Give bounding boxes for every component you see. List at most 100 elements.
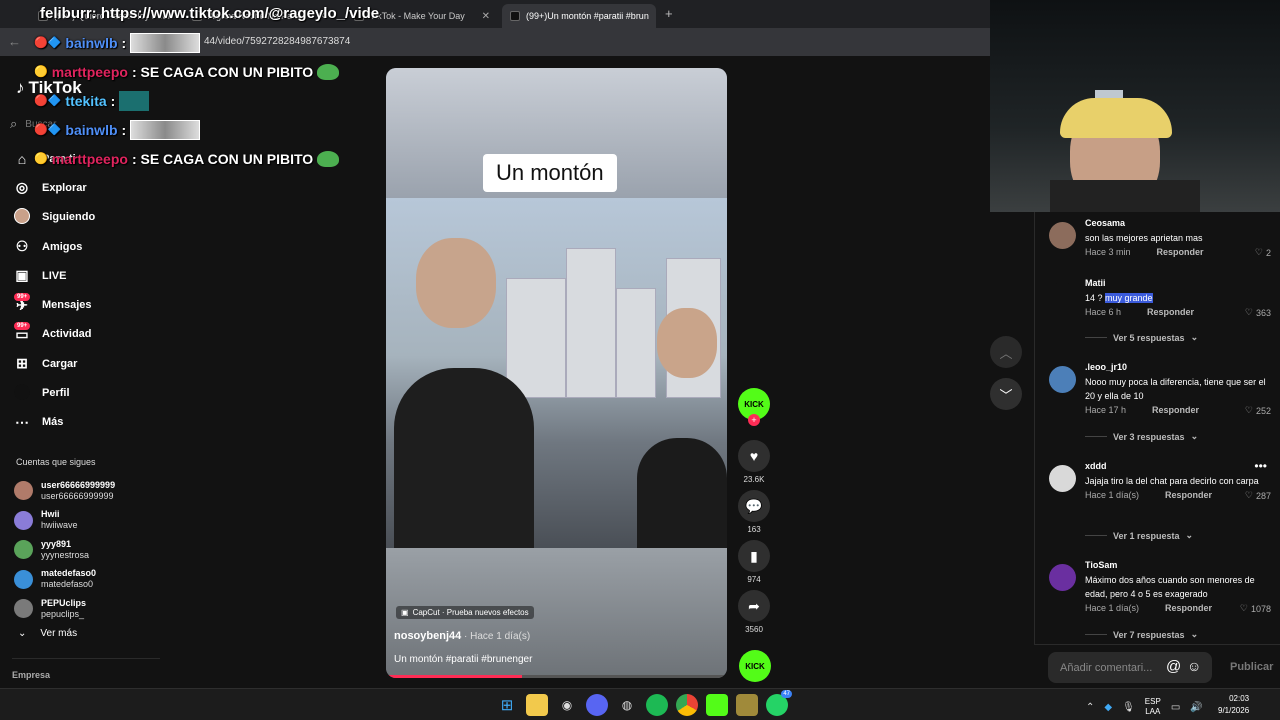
tray-app-icon[interactable]: ◆: [1104, 702, 1112, 713]
sidebar-nav: ⌂ Para ti ◎ Explorar Siguiendo ⚇ Amigos …: [12, 144, 162, 437]
sidebar-item-mensajes[interactable]: ✈ 99+ Mensajes: [12, 290, 162, 319]
whatsapp-icon[interactable]: 47: [766, 690, 792, 716]
comments-panel: Ceosama son las mejores aprietan mas Hac…: [1034, 212, 1280, 688]
comment-like-button[interactable]: ♡ 252: [1245, 405, 1271, 416]
heart-icon: ♥: [738, 440, 770, 472]
messages-icon: ✈ 99+: [12, 292, 32, 314]
sidebar-item-explorar[interactable]: ◎ Explorar: [12, 173, 162, 202]
compass-icon: ◎: [15, 179, 29, 196]
following-account[interactable]: Hwii hwiiwave: [14, 506, 164, 536]
reply-button[interactable]: Responder: [1165, 603, 1212, 613]
reply-button[interactable]: Responder: [1147, 307, 1194, 317]
share-button[interactable]: ➦ 3560: [737, 590, 771, 634]
discord-icon[interactable]: [586, 694, 608, 716]
comment-button[interactable]: 💬 163: [737, 490, 771, 534]
video-building: [616, 288, 656, 398]
chat-message: 🔴🔷 ttekita :: [34, 86, 354, 115]
emoji-icon[interactable]: ☺: [1187, 658, 1201, 674]
next-video-button[interactable]: ﹀: [990, 378, 1022, 410]
comment-like-button[interactable]: ♡ 363: [1245, 307, 1271, 318]
avatar[interactable]: [1049, 465, 1076, 492]
close-icon[interactable]: ✕: [482, 11, 490, 22]
kick-icon[interactable]: [706, 694, 728, 716]
back-arrow-icon[interactable]: ←: [8, 34, 21, 49]
search-icon: ⌕: [10, 116, 18, 131]
chrome-icon[interactable]: [676, 694, 698, 716]
see-more-button[interactable]: ⌄ Ver más: [18, 628, 77, 639]
following-account[interactable]: user66666999999 user66666999999: [14, 476, 164, 506]
taskbar-clock[interactable]: 02:03 9/1/2026: [1218, 693, 1249, 717]
creator-avatar-button[interactable]: KICK +: [737, 388, 771, 426]
chevron-up-icon[interactable]: ⌃: [1086, 702, 1094, 713]
video-caption: Un montón #paratii #brunenger: [394, 654, 533, 665]
new-tab-icon[interactable]: +: [665, 6, 673, 21]
reply-button[interactable]: Responder: [1152, 405, 1199, 415]
view-replies-button[interactable]: Ver 3 respuestas ⌄: [1085, 431, 1198, 442]
video-player[interactable]: Un montón ▣ CapCut · Prueba nuevos efect…: [386, 68, 727, 678]
chevron-up-icon: ︿: [999, 345, 1013, 361]
chat-badges-icon: 🟡: [34, 66, 48, 78]
avatar: [14, 599, 33, 619]
footer-empresa-link[interactable]: Empresa: [12, 670, 50, 680]
view-replies-button[interactable]: Ver 1 respuesta ⌄: [1085, 530, 1193, 541]
avatar[interactable]: [1049, 222, 1076, 249]
kick-logo-icon: KICK: [739, 650, 771, 682]
sidebar-item-mas[interactable]: ⋯ Más: [12, 408, 162, 437]
save-button[interactable]: ▮ 974: [737, 540, 771, 584]
sidebar-item-live[interactable]: ▣ LIVE: [12, 261, 162, 290]
view-replies-button[interactable]: Ver 7 respuestas ⌄: [1085, 629, 1198, 640]
video-person-head: [416, 238, 496, 328]
avatar[interactable]: [1049, 366, 1076, 393]
app-icon[interactable]: [736, 694, 758, 716]
upload-icon: ⊞: [16, 355, 28, 372]
music-disc-button[interactable]: KICK: [739, 650, 771, 682]
video-frame: [386, 198, 727, 548]
friends-icon: ⚇: [15, 238, 29, 255]
file-explorer-icon[interactable]: [526, 694, 548, 716]
video-author[interactable]: nosoybenj44 · Hace 1 día(s): [394, 630, 530, 642]
following-account[interactable]: matedefaso0 matedefaso0: [14, 565, 164, 595]
sidebar-item-actividad[interactable]: ▭ 99+ Actividad: [12, 320, 162, 349]
avatar[interactable]: [1049, 564, 1076, 591]
previous-video-button[interactable]: ︿: [990, 336, 1022, 368]
chat-message: 🟡 marttpeepo : SE CAGA CON UN PIBITO: [34, 57, 354, 86]
close-icon[interactable]: ✕: [655, 11, 656, 22]
mention-icon[interactable]: @: [1166, 658, 1181, 675]
capcut-icon: ▣: [401, 608, 409, 617]
steam-icon[interactable]: ◉: [556, 694, 578, 716]
comment-like-button[interactable]: ♡ 2: [1255, 247, 1271, 258]
avatar[interactable]: [1049, 282, 1076, 309]
language-indicator[interactable]: ESP LAA: [1145, 697, 1161, 717]
sidebar-item-perfil[interactable]: Perfil: [12, 378, 162, 407]
obs-icon[interactable]: ◍: [616, 694, 638, 716]
video-overlay-text: Un montón: [483, 154, 617, 192]
sidebar-item-cargar[interactable]: ⊞ Cargar: [12, 349, 162, 378]
display-icon[interactable]: ▭: [1171, 702, 1180, 713]
sidebar-item-siguiendo[interactable]: Siguiendo: [12, 203, 162, 232]
volume-icon[interactable]: 🔊: [1190, 702, 1202, 713]
windows-start-icon[interactable]: ⊞: [496, 694, 518, 716]
view-replies-button[interactable]: Ver 5 respuestas ⌄: [1085, 332, 1198, 343]
heart-outline-icon: ♡: [1239, 603, 1248, 613]
comment-like-button[interactable]: ♡ 287: [1245, 490, 1271, 501]
heart-outline-icon: ♡: [1244, 307, 1253, 317]
comment-like-button[interactable]: ♡ 1078: [1240, 603, 1271, 614]
following-account[interactable]: PEPUclips pepuclips_: [14, 594, 164, 624]
like-button[interactable]: ♥ 23.6K: [737, 440, 771, 484]
sidebar-item-amigos[interactable]: ⚇ Amigos: [12, 232, 162, 261]
publish-button[interactable]: Publicar: [1230, 661, 1273, 673]
reply-button[interactable]: Responder: [1157, 247, 1204, 257]
following-account[interactable]: yyy891 yyynestrosa: [14, 535, 164, 565]
more-options-icon[interactable]: •••: [1254, 459, 1267, 473]
chevron-down-icon: ⌄: [1190, 629, 1199, 639]
reply-button[interactable]: Responder: [1165, 490, 1212, 500]
microphone-icon[interactable]: 🎙: [1122, 702, 1135, 713]
home-icon: ⌂: [17, 150, 27, 167]
video-progress-bar[interactable]: [386, 675, 727, 678]
spotify-icon[interactable]: [646, 694, 668, 716]
follow-plus-icon[interactable]: +: [748, 414, 760, 426]
tiktok-note-icon: ♪: [16, 78, 25, 97]
video-person: [394, 368, 534, 548]
capcut-effect-link[interactable]: ▣ CapCut · Prueba nuevos efectos: [396, 606, 534, 619]
browser-tab-active[interactable]: (99+)Un montón #paratii #brun ✕: [502, 4, 656, 28]
